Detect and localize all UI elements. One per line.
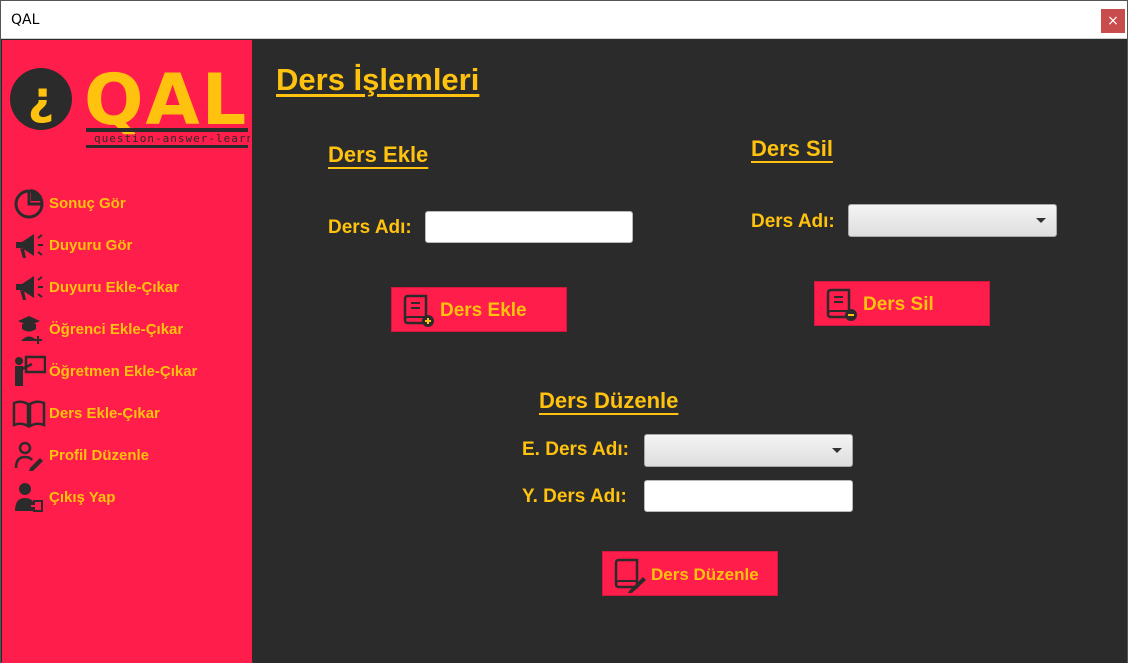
sidebar-item-label: Öğrenci Ekle-Çıkar [49,321,184,338]
sidebar-item-cikis-yap[interactable]: Çıkış Yap [10,480,246,514]
sidebar-item-duyuru-ekle-cikar[interactable]: Duyuru Ekle-Çıkar [10,270,246,304]
sidebar-item-profil-duzenle[interactable]: Profil Düzenle [10,438,246,472]
logo-mark: ¿ [28,71,55,125]
logout-icon [15,483,43,512]
sidebar-item-duyuru-gor[interactable]: Duyuru Gör [10,228,246,262]
add-course-name-input[interactable] [425,211,633,243]
book-edit-icon [614,558,646,593]
delete-course-button-label: Ders Sil [863,294,934,315]
user-edit-icon [14,441,43,471]
chevron-down-icon [1036,218,1046,223]
sidebar-item-label: Öğretmen Ekle-Çıkar [49,363,198,380]
add-course-button[interactable]: Ders Ekle [391,287,567,332]
window-title: QAL [11,12,40,28]
delete-course-select[interactable] [848,204,1057,237]
teacher-icon [15,355,46,386]
sidebar-item-label: Çıkış Yap [49,489,116,506]
title-bar: QAL × [1,1,1127,39]
edit-old-name-label: E. Ders Adı: [522,439,629,460]
book-icon [12,400,46,429]
sidebar-item-sonuc-gor[interactable]: Sonuç Gör [10,186,246,220]
pie-chart-icon [14,189,44,219]
sidebar-item-label: Duyuru Ekle-Çıkar [49,279,180,296]
edit-course-button[interactable]: Ders Düzenle [602,551,778,596]
main-panel: Ders İşlemleri Ders Ekle Ders Adı: Ders … [253,40,1127,663]
book-add-icon [403,294,434,327]
sidebar: ¿ QAL question-answer-learn Sonuç Gör Du… [2,40,253,663]
chevron-down-icon [832,448,842,453]
book-remove-icon [826,288,857,321]
delete-course-heading: Ders Sil [751,136,833,161]
megaphone-icon [16,234,43,258]
close-button[interactable]: × [1101,9,1125,33]
page-title: Ders İşlemleri [276,62,480,97]
sidebar-item-ogrenci-ekle-cikar[interactable]: Öğrenci Ekle-Çıkar [10,312,246,346]
add-course-heading: Ders Ekle [328,142,429,167]
megaphone-icon [16,276,43,300]
app-logo: ¿ QAL question-answer-learn [10,59,253,154]
sidebar-item-label: Duyuru Gör [49,237,133,254]
edit-new-name-input[interactable] [644,480,853,512]
edit-course-heading: Ders Düzenle [539,388,679,413]
sidebar-item-label: Ders Ekle-Çıkar [49,405,160,422]
sidebar-item-label: Sonuç Gör [49,195,126,212]
sidebar-item-ders-ekle-cikar[interactable]: Ders Ekle-Çıkar [10,396,246,430]
add-course-name-label: Ders Adı: [328,217,412,238]
add-course-button-label: Ders Ekle [440,300,527,321]
edit-new-name-label: Y. Ders Adı: [522,486,627,507]
student-icon [18,316,42,344]
delete-course-name-label: Ders Adı: [751,211,835,232]
logo-tagline: question-answer-learn [94,132,250,145]
edit-old-name-select[interactable] [644,434,853,467]
delete-course-button[interactable]: Ders Sil [814,281,990,326]
edit-course-button-label: Ders Düzenle [651,565,759,584]
sidebar-item-label: Profil Düzenle [49,447,150,464]
app-window: QAL × ¿ QAL question-answer-learn Sonuç … [0,0,1128,663]
sidebar-item-ogretmen-ekle-cikar[interactable]: Öğretmen Ekle-Çıkar [10,354,246,388]
